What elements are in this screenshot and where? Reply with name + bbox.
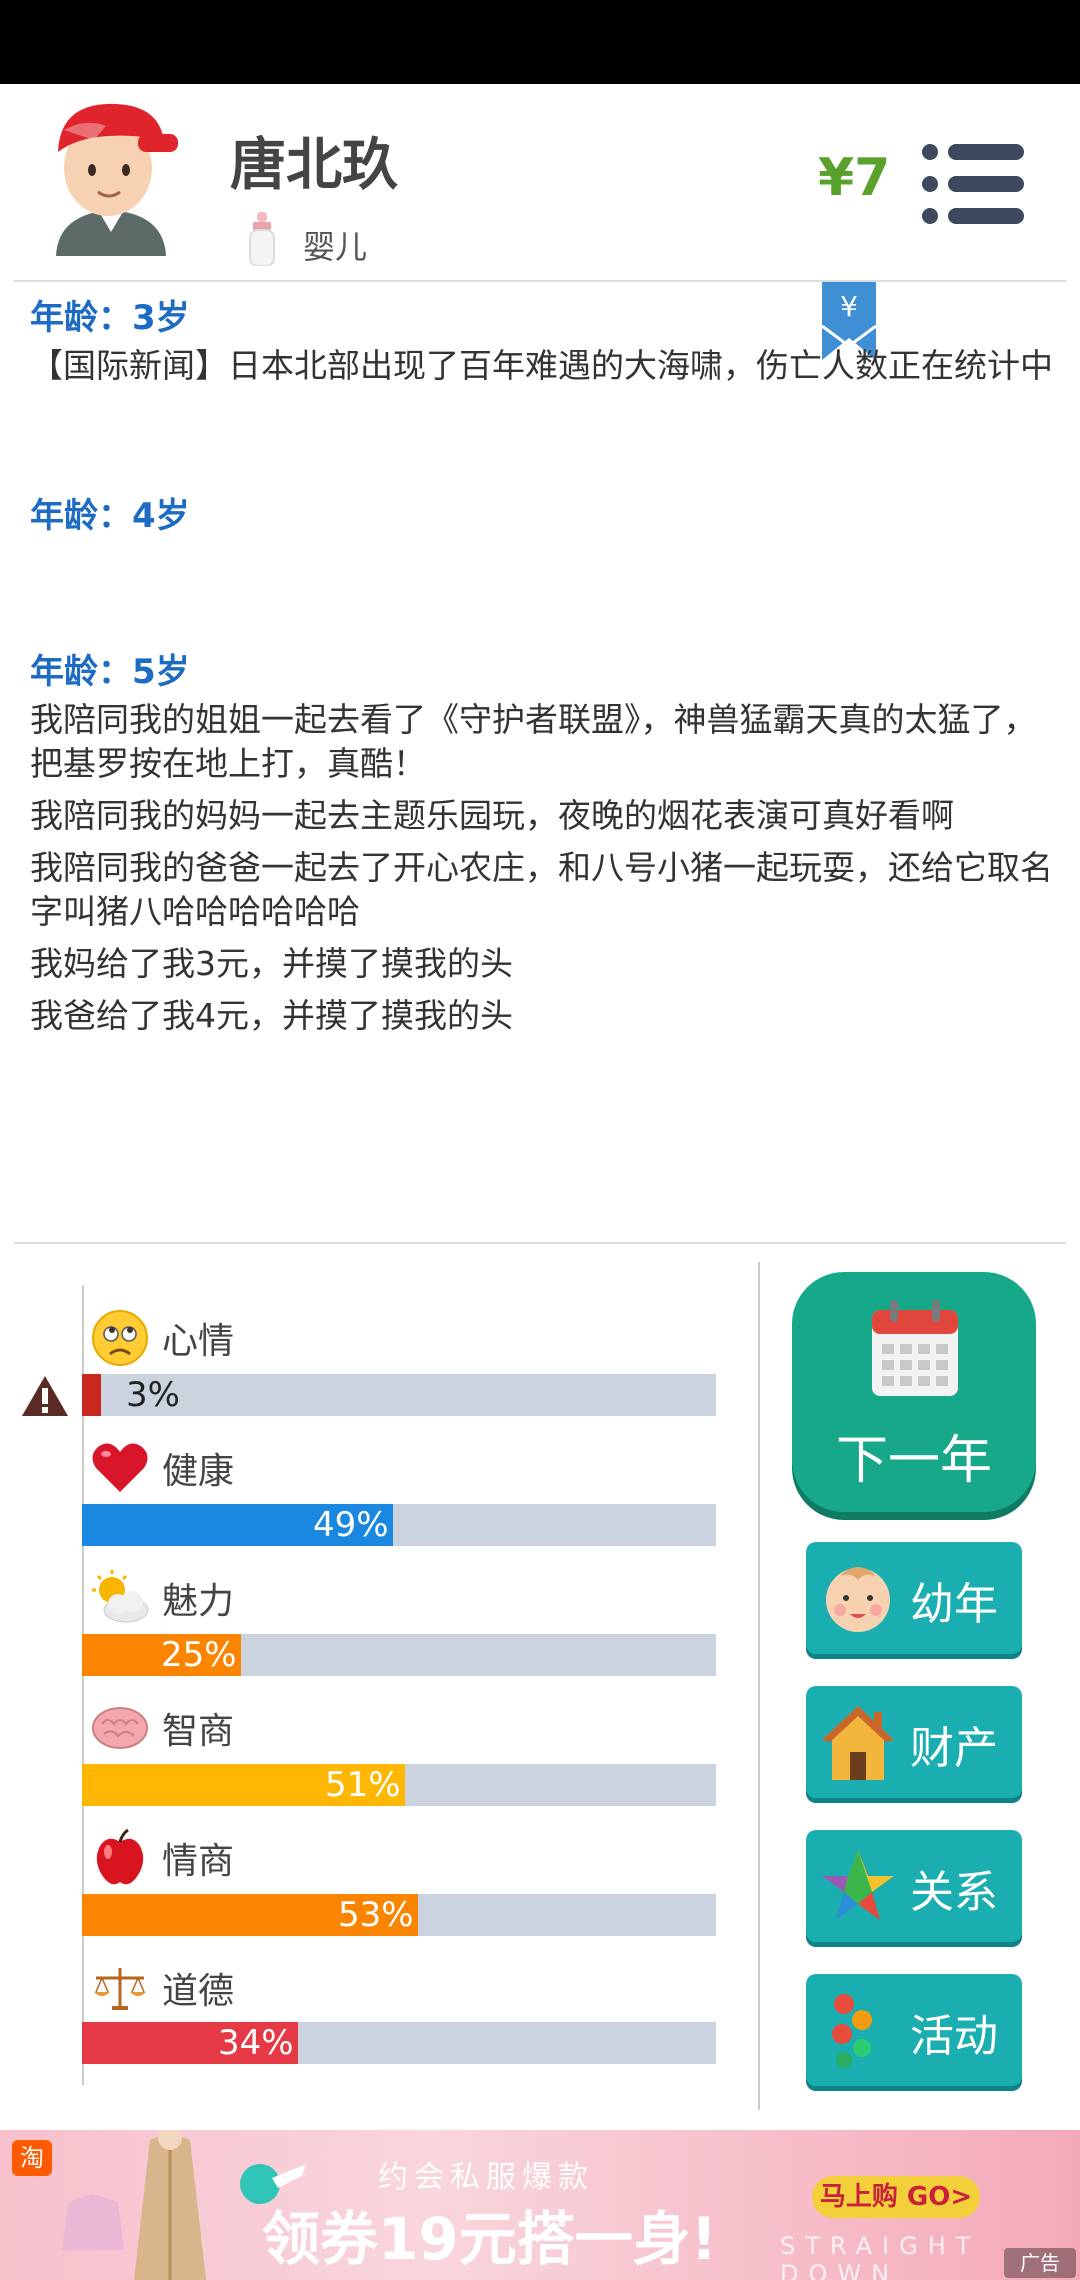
property-button[interactable]: 财产 — [806, 1686, 1022, 1798]
next-year-label: 下一年 — [835, 1431, 992, 1491]
house-icon — [822, 1706, 894, 1780]
player-name: 唐北玖 — [230, 133, 398, 198]
ad-subtitle: 约会私服爆款 — [378, 2160, 594, 2195]
stat-eq: 情商 — [90, 1826, 234, 1890]
panel-divider — [758, 1262, 760, 2110]
life-log: 年龄：3岁 【国际新闻】日本北部出现了百年难遇的大海啸，伤亡人数正在统计中 年龄… — [30, 296, 1060, 1046]
stat-name: 智商 — [162, 1711, 235, 1752]
log-entry: 我妈给了我3元，并摸了摸我的头 — [30, 944, 513, 983]
childhood-label: 幼年 — [910, 1579, 998, 1630]
header-divider — [14, 280, 1066, 282]
stat-morality: 道德 — [90, 1956, 234, 2020]
money-balance: ¥7 — [818, 148, 891, 208]
stat-name: 健康 — [162, 1451, 235, 1492]
mood-value: 3% — [126, 1375, 180, 1415]
stat-name: 心情 — [162, 1321, 235, 1362]
log-entry: 我爸给了我4元，并摸了摸我的头 — [30, 996, 513, 1035]
log-entry: 我陪同我的爸爸一起去了开心农庄，和八号小猪一起玩耍，还给它取名字叫猪八哈哈哈哈哈… — [30, 848, 1053, 931]
baby-bottle-icon — [249, 212, 275, 266]
status-bar — [0, 0, 1080, 84]
avatar — [56, 103, 178, 256]
life-stage-label: 婴儿 — [303, 228, 368, 266]
childhood-button[interactable]: 幼年 — [806, 1542, 1022, 1654]
stat-iq: 智商 — [90, 1696, 234, 1760]
eq-value: 53% — [338, 1895, 414, 1935]
heart-icon — [92, 1443, 148, 1492]
age-title: 年龄：3岁 — [30, 298, 190, 338]
morality-bar: 34% — [82, 2022, 716, 2064]
jacket-image — [62, 2194, 124, 2250]
charm-value: 25% — [161, 1635, 237, 1675]
warning-icon — [22, 1376, 68, 1416]
log-entry: 我陪同我的妈妈一起去主题乐园玩，夜晚的烟花表演可真好看啊 — [30, 796, 954, 835]
sun-cloud-icon — [92, 1570, 149, 1623]
iq-value: 51% — [325, 1765, 401, 1805]
relations-label: 关系 — [910, 1867, 998, 1918]
health-bar: 49% — [82, 1504, 716, 1546]
charm-bar: 25% — [82, 1634, 716, 1676]
stat-name: 魅力 — [162, 1581, 235, 1622]
log-year: 年龄：4岁 — [30, 494, 1060, 538]
scales-icon — [94, 1968, 146, 2010]
property-label: 财产 — [910, 1723, 998, 1774]
star-icon — [822, 1850, 894, 1920]
player-header: 唐北玖 婴儿 ¥7 — [0, 84, 1080, 280]
log-entry: 【国际新闻】日本北部出现了百年难遇的大海啸，伤亡人数正在统计中 — [30, 346, 1053, 385]
eq-bar: 53% — [82, 1894, 716, 1936]
stat-charm: 魅力 — [90, 1566, 234, 1630]
morality-value: 34% — [218, 2023, 294, 2063]
log-year: 年龄：3岁 【国际新闻】日本北部出现了百年难遇的大海啸，伤亡人数正在统计中 — [30, 296, 1060, 388]
stat-mood: 心情 — [90, 1306, 234, 1370]
log-divider — [14, 1242, 1066, 1244]
ad-cta-button[interactable]: 马上购 GO> — [812, 2176, 980, 2218]
activities-button[interactable]: 活动 — [806, 1974, 1022, 2086]
taobao-badge: 淘 — [12, 2140, 52, 2176]
ad-headline: 领券19元搭一身! — [262, 2205, 718, 2273]
age-title: 年龄：4岁 — [30, 496, 190, 536]
baby-face-icon — [826, 1567, 890, 1632]
stat-health: 健康 — [90, 1436, 234, 1500]
ad-banner[interactable]: 淘 约会私服爆款 领券19元搭一身! 马上购 GO> STRAIGHT DOWN… — [0, 2130, 1080, 2280]
mood-bar: 3% — [82, 1374, 716, 1416]
activities-icon — [832, 1994, 872, 2068]
apple-icon — [96, 1828, 144, 1885]
relations-button[interactable]: 关系 — [806, 1830, 1022, 1942]
log-entry: 我陪同我的姐姐一起去看了《守护者联盟》，神兽猛霸天真的太猛了，把基罗按在地上打，… — [30, 700, 1037, 783]
brain-icon — [92, 1707, 148, 1749]
next-year-button[interactable]: 下一年 — [792, 1272, 1036, 1512]
log-year: 年龄：5岁 我陪同我的姐姐一起去看了《守护者联盟》，神兽猛霸天真的太猛了，把基罗… — [30, 650, 1060, 1038]
menu-icon[interactable] — [920, 142, 1024, 226]
stat-name: 道德 — [162, 1971, 235, 2012]
activities-label: 活动 — [910, 2011, 998, 2062]
coat-figure-image — [134, 2130, 206, 2280]
iq-bar: 51% — [82, 1764, 716, 1806]
sad-face-icon — [92, 1310, 148, 1366]
mood-bar-fill — [82, 1374, 101, 1416]
ad-tag: 广告 — [1004, 2248, 1076, 2278]
age-title: 年龄：5岁 — [30, 652, 190, 692]
calendar-icon — [872, 1300, 958, 1396]
health-value: 49% — [313, 1505, 389, 1545]
stat-name: 情商 — [162, 1841, 235, 1882]
